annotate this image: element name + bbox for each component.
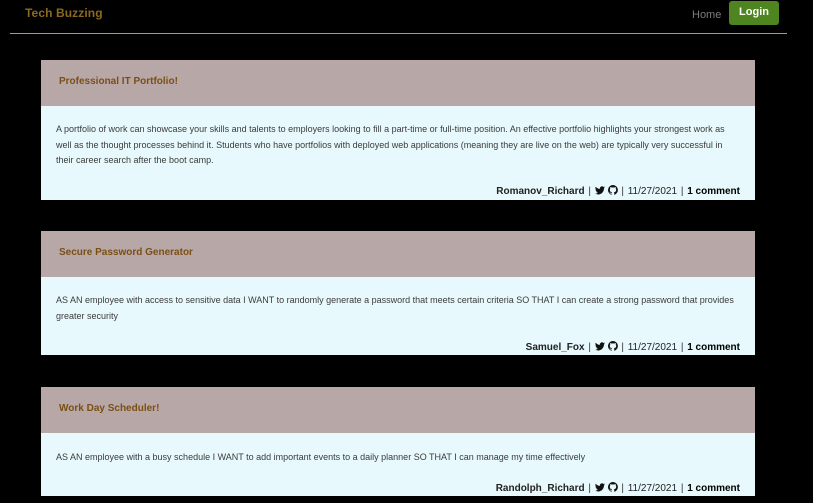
- github-icon[interactable]: [607, 482, 618, 495]
- post-meta: Romanov_Richard | | 11/27/2021 | 1 comme…: [496, 185, 740, 198]
- post-card: Secure Password Generator AS AN employee…: [41, 231, 755, 355]
- site-brand[interactable]: Tech Buzzing: [25, 6, 103, 20]
- post-author[interactable]: Samuel_Fox: [526, 342, 585, 353]
- post-title[interactable]: Work Day Scheduler!: [59, 403, 159, 414]
- post-body: A portfolio of work can showcase your sk…: [56, 124, 725, 165]
- login-button[interactable]: Login: [729, 1, 779, 25]
- post-title-bar[interactable]: Work Day Scheduler!: [41, 387, 755, 433]
- twitter-icon[interactable]: [594, 186, 605, 198]
- post-date: 11/27/2021: [627, 342, 678, 353]
- post-title[interactable]: Secure Password Generator: [59, 247, 193, 258]
- post-title-bar[interactable]: Professional IT Portfolio!: [41, 60, 755, 106]
- post-title-bar[interactable]: Secure Password Generator: [41, 231, 755, 277]
- post-comments-link[interactable]: 1 comment: [687, 483, 740, 494]
- twitter-icon[interactable]: [594, 483, 605, 495]
- post-comments-link[interactable]: 1 comment: [687, 342, 740, 353]
- post-meta: Randolph_Richard | | 11/27/2021 | 1 comm…: [495, 482, 740, 495]
- post-date: 11/27/2021: [627, 186, 678, 197]
- post-card: Work Day Scheduler! AS AN employee with …: [41, 387, 755, 496]
- post-meta: Samuel_Fox | | 11/27/2021 | 1 comment: [525, 341, 740, 354]
- nav-home-link[interactable]: Home: [692, 9, 721, 21]
- post-comments-link[interactable]: 1 comment: [687, 186, 740, 197]
- post-author[interactable]: Randolph_Richard: [496, 483, 585, 494]
- post-date: 11/27/2021: [627, 483, 678, 494]
- post-title[interactable]: Professional IT Portfolio!: [59, 76, 178, 87]
- post-body: AS AN employee with access to sensitive …: [56, 295, 734, 321]
- twitter-icon[interactable]: [594, 342, 605, 354]
- post-author[interactable]: Romanov_Richard: [496, 186, 584, 197]
- github-icon[interactable]: [607, 185, 618, 198]
- post-card: Professional IT Portfolio! A portfolio o…: [41, 60, 755, 200]
- post-body: AS AN employee with a busy schedule I WA…: [56, 452, 586, 462]
- github-icon[interactable]: [607, 341, 618, 354]
- site-header: Tech Buzzing Home Login: [10, 0, 787, 34]
